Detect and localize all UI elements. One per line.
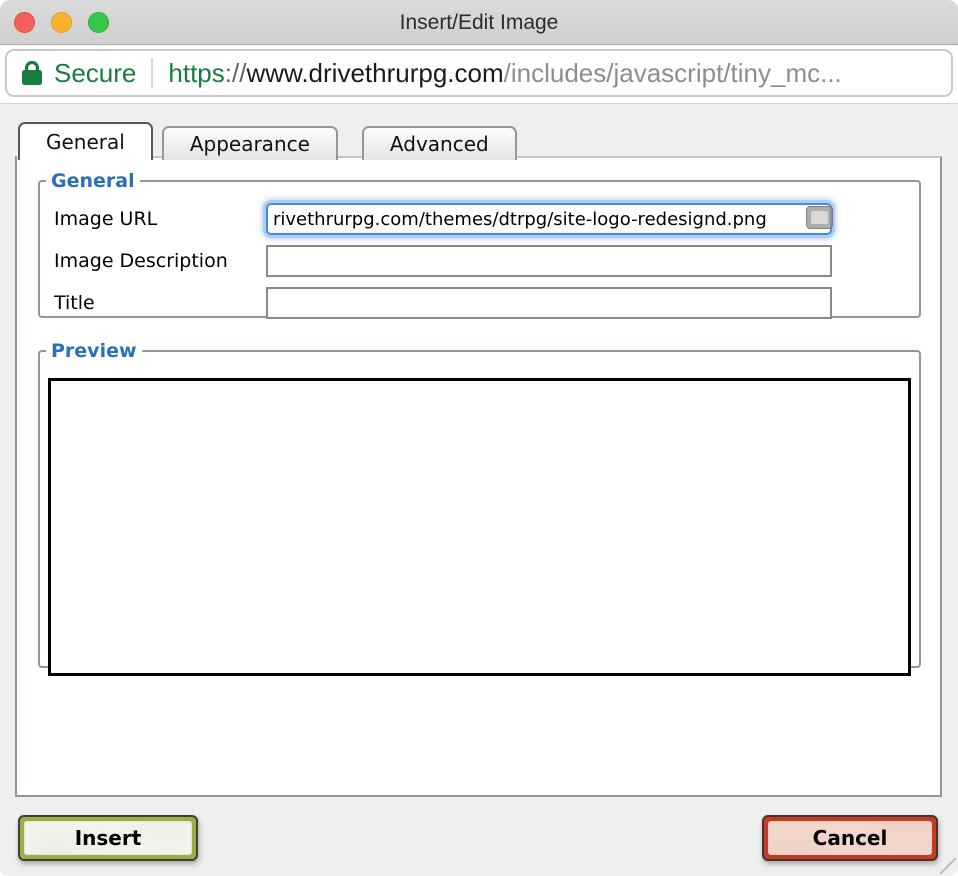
cancel-button[interactable]: Cancel (762, 815, 938, 861)
image-url-input[interactable] (266, 203, 832, 235)
dialog-window: Insert/Edit Image Secure https://www.dri… (0, 0, 958, 876)
image-description-input[interactable] (266, 245, 832, 277)
tab-advanced[interactable]: Advanced (362, 126, 517, 160)
image-description-label: Image Description (54, 250, 266, 272)
url-domain: www.drivethrurpg.com (246, 58, 503, 88)
insert-button[interactable]: Insert (18, 815, 198, 861)
image-url-label: Image URL (54, 208, 266, 230)
preview-fieldset: Preview (38, 340, 921, 668)
url-path: /includes/javascript/tiny_mc... (504, 58, 842, 88)
url-separator (151, 58, 153, 88)
url-text[interactable]: https://www.drivethrurpg.com/includes/ja… (168, 58, 841, 89)
title-label: Title (54, 292, 266, 314)
resize-grip[interactable] (940, 858, 956, 874)
tab-panel: General Image URL Image Description Titl… (15, 156, 942, 797)
tab-bar: General Appearance Advanced (18, 122, 526, 160)
general-fieldset: General Image URL Image Description Titl… (38, 170, 921, 318)
title-row: Title (54, 286, 905, 320)
image-description-row: Image Description (54, 244, 905, 278)
dialog-content: General Appearance Advanced General Imag… (0, 105, 958, 876)
lock-icon[interactable] (21, 60, 43, 86)
preview-area (48, 378, 911, 676)
url-scheme: https (168, 58, 224, 88)
insert-button-label: Insert (24, 821, 192, 855)
preview-legend: Preview (46, 340, 142, 362)
browse-image-icon[interactable] (806, 206, 833, 229)
tab-appearance[interactable]: Appearance (162, 126, 338, 160)
image-url-row: Image URL (54, 202, 905, 236)
url-slashes: :// (225, 58, 247, 88)
titlebar[interactable]: Insert/Edit Image (0, 0, 958, 45)
secure-label: Secure (54, 58, 136, 89)
window-title: Insert/Edit Image (0, 0, 958, 45)
cancel-button-label: Cancel (768, 821, 932, 855)
browser-url-strip: Secure https://www.drivethrurpg.com/incl… (0, 46, 958, 104)
url-box: Secure https://www.drivethrurpg.com/incl… (5, 49, 953, 97)
tab-general[interactable]: General (18, 122, 153, 160)
general-legend: General (46, 170, 140, 192)
title-input[interactable] (266, 287, 832, 319)
